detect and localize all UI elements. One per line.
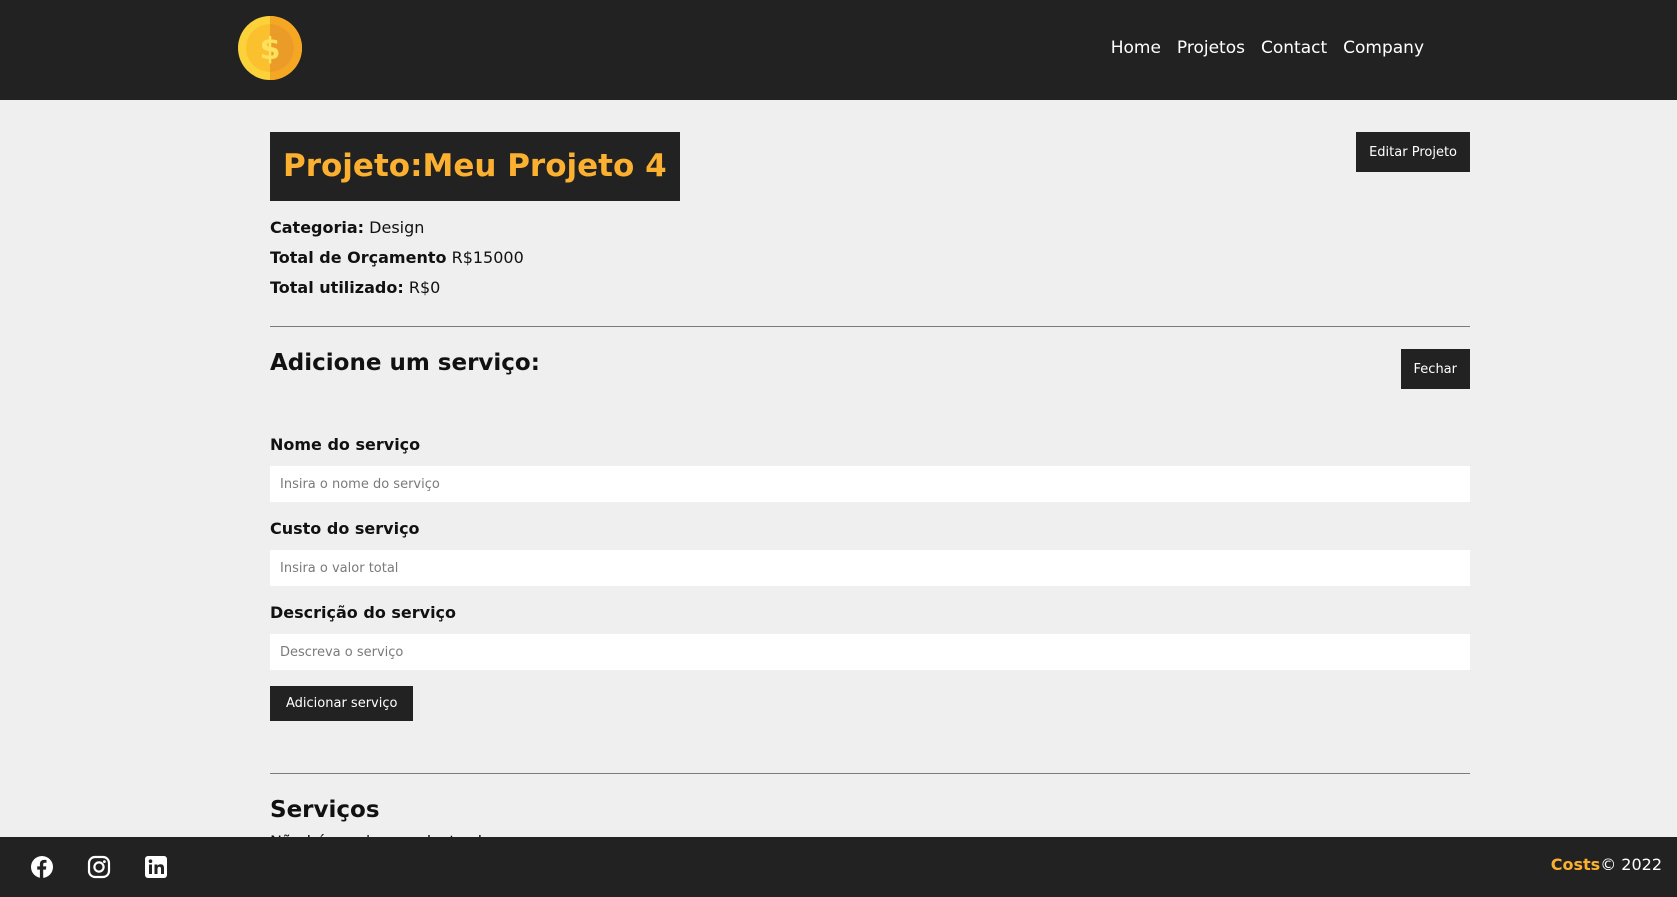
project-main: Projeto:Meu Projeto 4 Editar Projeto Cat… — [270, 132, 1470, 851]
project-category: Categoria: Design — [270, 213, 1470, 243]
project-info: Categoria: Design Total de Orçamento R$1… — [270, 213, 1470, 303]
copyright: Costs© 2022 — [1551, 855, 1662, 874]
navbar: $ Home Projetos Contact Company — [0, 0, 1677, 100]
divider — [270, 326, 1470, 327]
project-header: Projeto:Meu Projeto 4 Editar Projeto — [270, 132, 1470, 201]
svg-text:$: $ — [260, 32, 281, 67]
service-form-header: Adicione um serviço: Fechar — [270, 349, 1470, 409]
facebook-icon[interactable] — [30, 855, 54, 879]
nav-link-home[interactable]: Home — [1111, 38, 1161, 58]
used-label: Total utilizado: — [270, 278, 404, 297]
service-form: Nome do serviço Custo do serviço Descriç… — [270, 435, 1470, 721]
service-name-label: Nome do serviço — [270, 435, 421, 454]
divider — [270, 773, 1470, 774]
copyright-text: © 2022 — [1600, 855, 1662, 874]
footer: Costs© 2022 — [0, 837, 1677, 897]
services-title: Serviços — [270, 797, 380, 823]
service-form-title: Adicione um serviço: — [270, 350, 540, 376]
instagram-icon[interactable] — [87, 855, 111, 879]
project-budget: Total de Orçamento R$15000 — [270, 243, 1470, 273]
close-button[interactable]: Fechar — [1400, 349, 1470, 389]
nav-link-contact[interactable]: Contact — [1261, 38, 1327, 58]
category-label: Categoria: — [270, 218, 365, 237]
used-value: R$0 — [408, 278, 441, 297]
category-value: Design — [369, 218, 425, 237]
linkedin-icon[interactable] — [144, 855, 168, 879]
nav-link-projetos[interactable]: Projetos — [1177, 38, 1245, 58]
edit-project-button[interactable]: Editar Projeto — [1356, 132, 1470, 172]
service-cost-label: Custo do serviço — [270, 519, 420, 538]
nav-links: Home Projetos Contact Company — [1111, 38, 1424, 58]
service-name-input[interactable] — [270, 466, 1470, 502]
brand-name: Costs — [1550, 855, 1601, 874]
service-description-label: Descrição do serviço — [270, 603, 457, 622]
project-used: Total utilizado: R$0 — [270, 273, 1470, 303]
social-links — [30, 855, 168, 879]
project-title: Projeto:Meu Projeto 4 — [270, 132, 680, 201]
service-cost-input[interactable] — [270, 550, 1470, 586]
add-service-button[interactable]: Adicionar serviço — [270, 686, 414, 721]
service-description-input[interactable] — [270, 634, 1470, 670]
coin-dollar-icon[interactable]: $ — [237, 15, 303, 81]
nav-link-company[interactable]: Company — [1343, 38, 1424, 58]
budget-value: R$15000 — [451, 248, 524, 267]
budget-label: Total de Orçamento — [270, 248, 447, 267]
